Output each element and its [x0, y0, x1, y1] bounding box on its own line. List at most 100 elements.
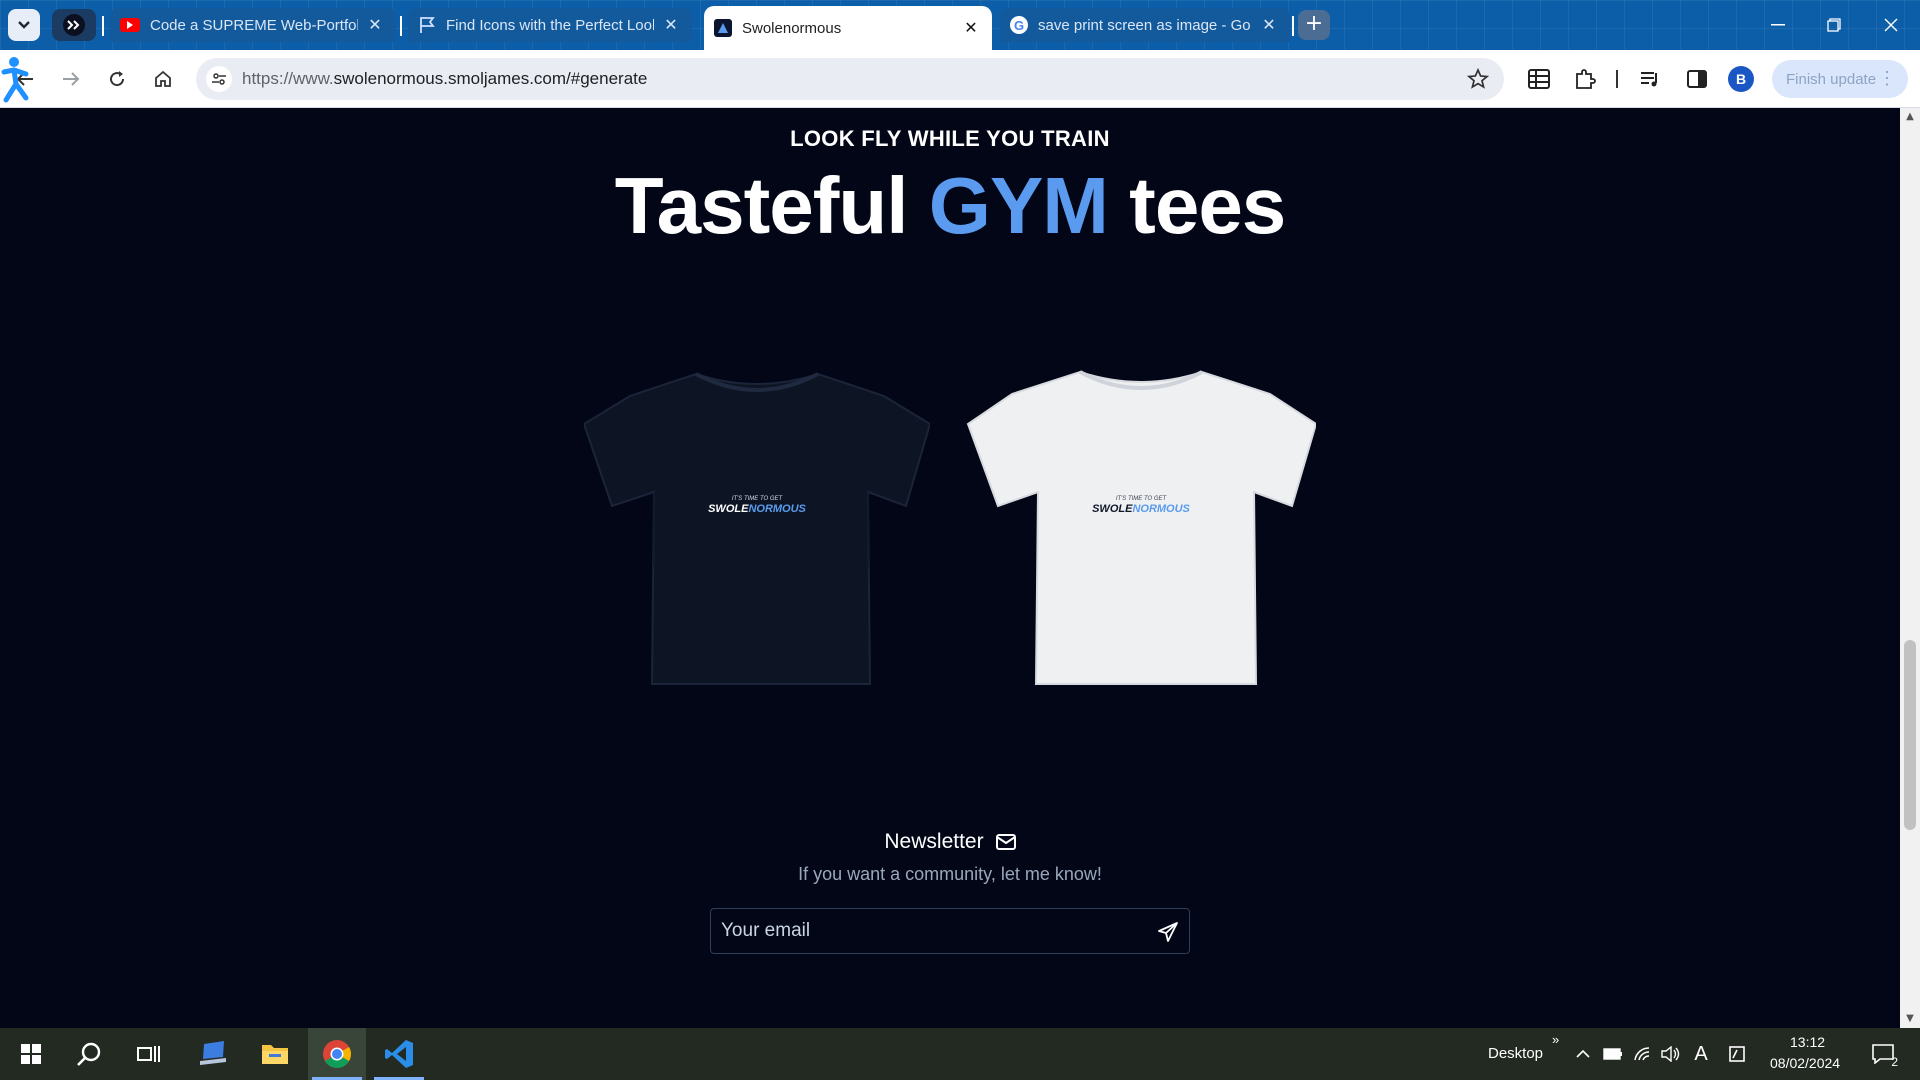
minimize-button[interactable] [1750, 0, 1806, 50]
puzzle-icon [1576, 69, 1596, 89]
white-tshirt-image[interactable]: IT'S TIME TO GET SWOLENORMOUS [966, 364, 1316, 692]
newsletter-form [710, 908, 1190, 954]
bookmark-star-icon[interactable] [1466, 67, 1490, 91]
toolbar-divider [1616, 70, 1618, 88]
tab-swolenormous[interactable]: Swolenormous ✕ [704, 6, 992, 50]
youtube-icon [120, 18, 140, 32]
battery-icon[interactable] [1602, 1043, 1624, 1065]
flag-icon [418, 16, 436, 34]
toolbar-overflow-chevron[interactable]: » [1552, 1032, 1559, 1047]
new-tab-button[interactable]: + [1298, 10, 1330, 40]
tab-find-icons[interactable]: Find Icons with the Perfect Look ✕ [408, 8, 692, 42]
close-icon[interactable]: ✕ [1258, 15, 1280, 35]
laptop-app-icon [200, 1041, 226, 1065]
clock-date[interactable]: 08/02/2024 [1770, 1055, 1840, 1071]
google-icon: G [1010, 16, 1028, 34]
home-button[interactable] [150, 66, 176, 92]
forward-arrow-icon [63, 72, 80, 86]
start-button[interactable] [2, 1028, 60, 1080]
vscode-icon [385, 1040, 413, 1068]
task-view-button[interactable] [120, 1028, 178, 1080]
more-vert-icon[interactable]: ⋮ [1878, 68, 1896, 89]
input-method-indicator[interactable]: A [1690, 1043, 1712, 1065]
chrome-icon [323, 1040, 351, 1068]
site-info-button[interactable] [206, 66, 232, 92]
forward-arrows-icon [63, 14, 85, 36]
wifi-icon[interactable] [1632, 1043, 1654, 1065]
browser-toolbar: https://www.swolenormous.smoljames.com/#… [0, 50, 1920, 108]
search-icon [77, 1042, 101, 1066]
reload-button[interactable] [104, 66, 130, 92]
playlist-icon [1641, 72, 1657, 87]
show-hidden-icons-button[interactable] [1572, 1043, 1594, 1065]
page-content: LOOK FLY WHILE YOU TRAIN Tasteful GYM te… [0, 108, 1900, 1028]
headline-accent: GYM [928, 161, 1109, 250]
close-window-button[interactable] [1862, 0, 1920, 50]
desktop-toolbar-label[interactable]: Desktop [1488, 1045, 1543, 1062]
taskbar-app-remote[interactable] [184, 1028, 242, 1080]
tee-print-brand: SWOLENORMOUS [708, 503, 806, 515]
headline-text-end: tees [1107, 161, 1286, 250]
chevron-down-icon [18, 21, 30, 29]
newsletter-heading: Newsletter [0, 830, 1900, 854]
tab-google-search[interactable]: G save print screen as image - Go ✕ [1000, 8, 1290, 42]
notification-center-button[interactable]: 2 [1868, 1043, 1898, 1069]
url-prefix: https://www. [242, 69, 334, 88]
tab-youtube[interactable]: Code a SUPREME Web-Portfolio ✕ [110, 8, 396, 42]
onedrive-status-icon[interactable] [1726, 1043, 1748, 1065]
reading-mode-button[interactable] [1526, 66, 1552, 92]
chevron-up-icon [1576, 1049, 1590, 1058]
close-icon[interactable]: ✕ [960, 18, 982, 38]
address-bar[interactable]: https://www.swolenormous.smoljames.com/#… [196, 58, 1504, 100]
tee-print-tagline: IT'S TIME TO GET [1116, 496, 1168, 502]
restore-button[interactable] [1806, 0, 1862, 50]
close-icon[interactable]: ✕ [364, 15, 386, 35]
url-text: https://www.swolenormous.smoljames.com/#… [242, 69, 647, 89]
dark-tshirt-image[interactable]: IT'S TIME TO GET SWOLENORMOUS [584, 366, 930, 692]
volume-icon[interactable] [1660, 1043, 1682, 1065]
home-icon [155, 70, 171, 87]
forward-button[interactable] [58, 66, 84, 92]
tab-label: Code a SUPREME Web-Portfolio [150, 16, 358, 34]
taskbar-search-button[interactable] [60, 1028, 118, 1080]
tab-label: Find Icons with the Perfect Look [446, 16, 654, 34]
scrollbar-thumb[interactable] [1904, 640, 1916, 830]
notification-count-badge: 2 [1891, 1055, 1898, 1069]
media-controls-button[interactable] [1638, 66, 1664, 92]
side-panel-icon [1687, 70, 1707, 88]
email-input[interactable] [711, 909, 1141, 953]
close-icon[interactable]: ✕ [660, 15, 682, 35]
send-button[interactable] [1155, 919, 1181, 945]
scroll-down-arrow-icon[interactable]: ▼ [1900, 1010, 1920, 1028]
clock-time[interactable]: 13:12 [1790, 1034, 1825, 1050]
page-scrollbar[interactable]: ▲ ▼ [1900, 108, 1920, 1028]
taskbar-chrome[interactable] [308, 1028, 366, 1080]
extensions-button[interactable] [1572, 66, 1598, 92]
finish-update-button[interactable]: Finish update ⋮ [1772, 60, 1908, 98]
pinned-tab[interactable] [52, 9, 96, 41]
close-icon [1884, 18, 1898, 32]
taskbar-file-explorer[interactable] [246, 1028, 304, 1080]
tab-search-button[interactable] [8, 9, 40, 41]
tab-separator [400, 16, 402, 36]
finish-update-label: Finish update [1786, 70, 1877, 88]
tab-label: Swolenormous [742, 19, 842, 37]
profile-avatar[interactable]: B [1728, 66, 1754, 92]
newsletter-subtitle: If you want a community, let me know! [798, 864, 1102, 884]
browser-tab-bar: Code a SUPREME Web-Portfolio ✕ Find Icon… [0, 0, 1920, 50]
swolenormous-favicon [714, 19, 732, 37]
side-panel-button[interactable] [1684, 66, 1710, 92]
restore-icon [1827, 18, 1841, 32]
tune-icon [212, 73, 226, 85]
folder-icon [262, 1045, 288, 1064]
tee-print-tagline: IT'S TIME TO GET [732, 496, 784, 502]
tab-separator [102, 16, 104, 36]
headline-text-start: Tasteful [614, 161, 929, 250]
windows-taskbar: Desktop » A 13:12 08/02/2024 2 [0, 1028, 1920, 1080]
taskbar-vscode[interactable] [370, 1028, 428, 1080]
section-eyebrow: LOOK FLY WHILE YOU TRAIN [790, 126, 1110, 151]
task-view-icon [137, 1046, 160, 1062]
url-rest: swolenormous.smoljames.com/#generate [333, 69, 648, 88]
scroll-up-arrow-icon[interactable]: ▲ [1900, 108, 1920, 126]
reload-icon [110, 71, 125, 87]
